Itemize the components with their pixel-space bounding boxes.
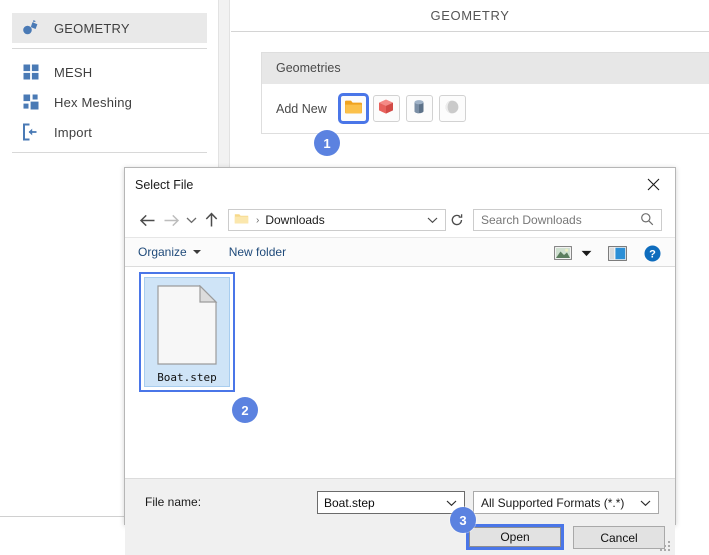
select-file-dialog: Select File bbox=[124, 167, 676, 525]
import-folder-button[interactable] bbox=[340, 95, 367, 122]
dialog-toolbar-right: ? bbox=[550, 238, 665, 268]
view-layout-icon[interactable] bbox=[550, 241, 576, 265]
resize-grip[interactable] bbox=[660, 541, 671, 552]
geometries-panel: Geometries Add New bbox=[261, 52, 709, 134]
sidebar-item-geometry[interactable]: GEOMETRY bbox=[12, 13, 207, 43]
filename-input[interactable] bbox=[318, 495, 446, 511]
chevron-down-icon[interactable] bbox=[446, 496, 457, 510]
search-input[interactable] bbox=[474, 212, 640, 228]
close-icon[interactable] bbox=[631, 168, 675, 201]
filetype-value: All Supported Formats (*.*) bbox=[474, 496, 640, 510]
filename-label: File name: bbox=[145, 491, 201, 513]
red-cube-icon bbox=[377, 98, 395, 119]
organize-button[interactable]: Organize bbox=[138, 245, 201, 259]
geometry-icon bbox=[20, 17, 42, 39]
refresh-icon[interactable] bbox=[446, 209, 467, 231]
cancel-button[interactable]: Cancel bbox=[573, 526, 665, 549]
step-badge-1: 1 bbox=[314, 130, 340, 156]
sidebar-item-label: Hex Meshing bbox=[54, 95, 132, 110]
arrow-right-icon bbox=[159, 208, 183, 232]
hex-meshing-icon bbox=[20, 91, 42, 113]
chevron-down-icon bbox=[193, 250, 201, 254]
geometries-panel-body: Add New bbox=[262, 84, 709, 133]
filetype-combobox[interactable]: All Supported Formats (*.*) bbox=[473, 491, 659, 514]
geometries-panel-header: Geometries bbox=[262, 53, 709, 84]
step-badge-2: 2 bbox=[232, 397, 258, 423]
sidebar-item-label: Import bbox=[54, 125, 92, 140]
sidebar-item-import[interactable]: Import bbox=[12, 117, 207, 147]
breadcrumb-separator: › bbox=[256, 215, 259, 226]
add-cylinder-button[interactable] bbox=[406, 95, 433, 122]
dialog-toolbar: Organize New folder bbox=[125, 237, 675, 267]
import-icon bbox=[20, 121, 42, 143]
search-box[interactable] bbox=[473, 209, 662, 231]
sidebar-divider-bottom bbox=[12, 152, 207, 153]
filename-combobox[interactable] bbox=[317, 491, 465, 514]
dialog-file-list[interactable]: Boat.step bbox=[125, 267, 675, 478]
arrow-left-icon[interactable] bbox=[135, 208, 159, 232]
title-divider bbox=[231, 31, 709, 32]
sidebar-item-label: MESH bbox=[54, 65, 92, 80]
arrow-up-icon[interactable] bbox=[199, 208, 223, 232]
address-bar[interactable]: › Downloads bbox=[228, 209, 446, 231]
search-icon bbox=[640, 212, 654, 229]
sphere-icon bbox=[443, 98, 461, 119]
folder-icon bbox=[344, 99, 363, 118]
open-button[interactable]: Open bbox=[469, 527, 561, 547]
organize-label: Organize bbox=[138, 245, 187, 259]
step-badge-3: 3 bbox=[450, 507, 476, 533]
chevron-down-icon[interactable] bbox=[576, 241, 596, 265]
dialog-title: Select File bbox=[135, 168, 193, 203]
svg-text:?: ? bbox=[649, 248, 656, 260]
sidebar-item-mesh[interactable]: MESH bbox=[12, 57, 207, 87]
breadcrumb-path: Downloads bbox=[265, 213, 427, 227]
application-window: GEOMETRY MESH bbox=[0, 0, 709, 550]
mesh-grid-icon bbox=[20, 61, 42, 83]
chevron-down-icon[interactable] bbox=[183, 208, 199, 232]
cylinder-icon bbox=[410, 98, 428, 119]
document-file-icon bbox=[156, 285, 218, 368]
folder-icon bbox=[234, 212, 249, 228]
dialog-footer: File name: All Supported Formats (*.*) bbox=[125, 478, 675, 555]
sidebar-item-hex-meshing[interactable]: Hex Meshing bbox=[12, 87, 207, 117]
dialog-navigation-bar: › Downloads bbox=[125, 203, 675, 237]
new-folder-button[interactable]: New folder bbox=[229, 245, 286, 259]
add-sphere-button[interactable] bbox=[439, 95, 466, 122]
page-title: GEOMETRY bbox=[231, 0, 709, 31]
sidebar-item-label: GEOMETRY bbox=[54, 21, 130, 36]
open-button-highlight: Open bbox=[466, 524, 564, 550]
add-box-button[interactable] bbox=[373, 95, 400, 122]
dialog-titlebar: Select File bbox=[125, 168, 675, 203]
help-icon[interactable]: ? bbox=[639, 241, 665, 265]
file-name-label: Boat.step bbox=[157, 371, 217, 384]
chevron-down-icon[interactable] bbox=[640, 496, 651, 510]
new-folder-label: New folder bbox=[229, 245, 286, 259]
chevron-down-icon[interactable] bbox=[427, 213, 438, 227]
add-new-label: Add New bbox=[276, 102, 327, 116]
file-item-content: Boat.step bbox=[144, 277, 230, 387]
sidebar-divider-top bbox=[12, 48, 207, 49]
list-item[interactable]: Boat.step bbox=[139, 272, 235, 392]
preview-pane-icon[interactable] bbox=[604, 241, 630, 265]
